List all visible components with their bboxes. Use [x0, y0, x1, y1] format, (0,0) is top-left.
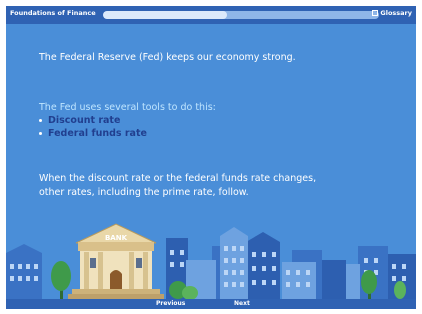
lesson-frame: BANK Foundations of Finance Glossary The… [6, 6, 416, 309]
intro-text: The Federal Reserve (Fed) keeps our econ… [39, 52, 296, 63]
tool-label: Discount rate [48, 115, 121, 126]
bullet-icon [39, 119, 42, 122]
next-button[interactable]: Next [234, 300, 250, 307]
tools-list: Discount rate Federal funds rate [39, 115, 147, 141]
app-title: Foundations of Finance [10, 9, 96, 17]
top-bar: Foundations of Finance Glossary [6, 6, 416, 24]
glossary-label: Glossary [380, 9, 412, 17]
bullet-icon [39, 132, 42, 135]
previous-button[interactable]: Previous [156, 300, 185, 307]
tool-label: Federal funds rate [48, 128, 147, 139]
list-item: Discount rate [39, 115, 147, 126]
bottom-nav-bar: Previous Next [6, 299, 416, 309]
bank-sign: BANK [105, 234, 128, 242]
conclusion-text: When the discount rate or the federal fu… [39, 173, 317, 198]
tools-intro-text: The Fed uses several tools to do this: [39, 102, 216, 113]
glossary-button[interactable]: Glossary [372, 9, 412, 17]
lesson-progress-bar [103, 11, 379, 19]
checkbox-icon [372, 10, 379, 16]
progress-fill [103, 11, 228, 19]
list-item: Federal funds rate [39, 128, 147, 139]
